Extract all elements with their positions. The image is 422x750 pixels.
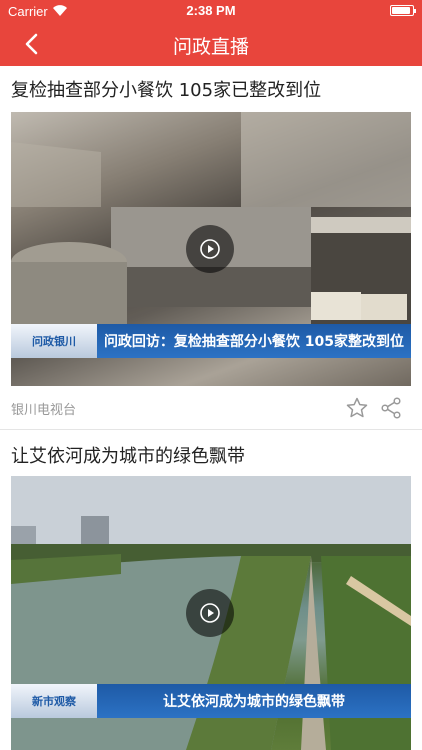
list-item[interactable]: 让艾依河成为城市的绿色飘带 新市观察 让艾依河成为城市的绿色飘带 (0, 430, 422, 750)
play-button-icon[interactable] (186, 225, 234, 273)
nav-bar: 问政直播 (0, 22, 422, 66)
video-caption: 让艾依河成为城市的绿色飘带 (163, 694, 345, 710)
page-title: 问政直播 (172, 36, 249, 58)
list-item[interactable]: 复检抽查部分小餐饮 105家已整改到位 问政银川 问政回访：复检抽查部分小餐饮 … (0, 66, 422, 430)
video-thumbnail[interactable]: 新市观察 让艾依河成为城市的绿色飘带 (11, 476, 411, 750)
post-title[interactable]: 复检抽查部分小餐饮 105家已整改到位 (11, 76, 321, 102)
battery-icon (390, 5, 416, 16)
post-source: 银川电视台 (11, 403, 77, 418)
video-caption-banner: 问政银川 问政回访：复检抽查部分小餐饮 105家整改到位 (11, 324, 411, 358)
share-icon[interactable] (379, 396, 403, 420)
video-feed: 复检抽查部分小餐饮 105家已整改到位 问政银川 问政回访：复检抽查部分小餐饮 … (0, 66, 422, 750)
channel-logo: 新市观察 (11, 684, 97, 718)
video-thumbnail[interactable]: 问政银川 问政回访：复检抽查部分小餐饮 105家整改到位 (11, 112, 411, 386)
video-caption: 问政回访：复检抽查部分小餐饮 105家整改到位 (103, 334, 405, 350)
post-title[interactable]: 让艾依河成为城市的绿色飘带 (11, 442, 245, 468)
post-meta: 银川电视台 (11, 386, 411, 430)
favorite-star-icon[interactable] (345, 396, 369, 420)
clock: 2:38 PM (186, 3, 236, 18)
channel-logo: 问政银川 (11, 324, 97, 358)
status-bar: Carrier 2:38 PM (0, 0, 422, 22)
video-caption-banner: 新市观察 让艾依河成为城市的绿色飘带 (11, 684, 411, 718)
play-button-icon[interactable] (186, 589, 234, 637)
battery-level (392, 7, 410, 14)
